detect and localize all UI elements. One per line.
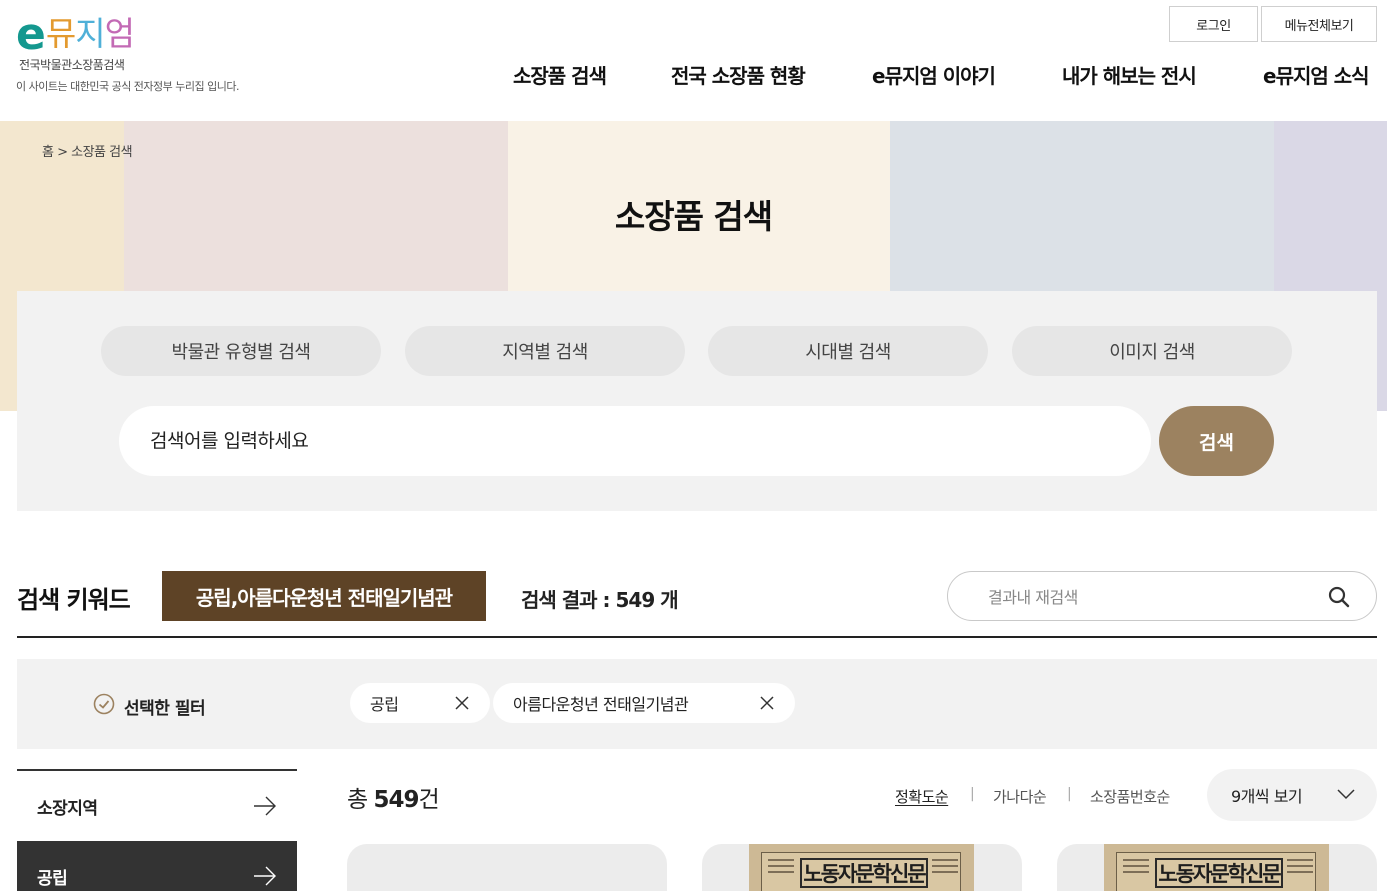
newspaper-masthead: 노동자문학신문 <box>1116 852 1316 891</box>
total-count: 총 549건 <box>347 780 440 814</box>
masthead-decoration <box>932 859 958 885</box>
result-card[interactable]: 노동자문학신문 <box>702 844 1022 891</box>
sidebar-item-label: 소장지역 <box>37 798 98 819</box>
newspaper-masthead: 노동자문학신문 <box>761 852 961 891</box>
region-search-button[interactable]: 지역별 검색 <box>405 326 685 376</box>
filter-chip-label: 공립 <box>370 695 399 714</box>
sidebar-item-public[interactable]: 공립 <box>17 841 297 891</box>
re-search-box <box>947 571 1377 621</box>
newspaper-title: 노동자문학신문 <box>1155 858 1283 888</box>
nav-item-collection-search[interactable]: 소장품 검색 <box>513 60 607 89</box>
newspaper-title: 노동자문학신문 <box>800 858 928 888</box>
sidebar-item-label: 공립 <box>37 868 68 889</box>
total-prefix: 총 <box>347 787 374 813</box>
nav-item-emuseum-story[interactable]: e뮤지엄 이야기 <box>872 60 996 89</box>
close-icon[interactable] <box>454 695 470 711</box>
selected-filter-bar: 선택한 필터 공립 아름다운청년 전태일기념관 <box>17 659 1377 749</box>
search-input[interactable] <box>119 406 1151 476</box>
logo-e: e <box>16 9 46 60</box>
result-card[interactable]: 노동자문학신문 <box>1057 844 1377 891</box>
sort-separator: | <box>970 786 975 802</box>
logo-char-3: 엄 <box>104 14 135 53</box>
total-number: 549 <box>373 787 419 813</box>
card-image: 노동자문학신문 <box>1104 844 1329 891</box>
image-search-button[interactable]: 이미지 검색 <box>1012 326 1292 376</box>
search-button[interactable]: 검색 <box>1159 406 1274 476</box>
close-icon[interactable] <box>759 695 775 711</box>
nav-item-my-exhibition[interactable]: 내가 해보는 전시 <box>1062 60 1197 89</box>
selected-filter-label: 선택한 필터 <box>124 699 206 719</box>
masthead-decoration <box>1123 859 1149 885</box>
chevron-down-icon <box>1337 789 1355 800</box>
check-circle-icon <box>93 693 115 715</box>
re-search-input[interactable] <box>988 584 1318 610</box>
search-result-count: 검색 결과 : 549 개 <box>521 588 679 612</box>
result-card[interactable] <box>347 844 667 891</box>
sort-accuracy[interactable]: 정확도순 <box>895 786 949 807</box>
nav-item-emuseum-news[interactable]: e뮤지엄 소식 <box>1263 60 1370 89</box>
page-title: 소장품 검색 <box>614 197 773 236</box>
per-page-value: 9개씩 보기 <box>1231 787 1303 806</box>
logo-mark: e 뮤지엄 <box>16 9 276 60</box>
login-button[interactable]: 로그인 <box>1169 6 1258 42</box>
total-suffix: 건 <box>418 787 440 813</box>
per-page-select[interactable]: 9개씩 보기 <box>1207 769 1377 821</box>
keyword-divider <box>17 636 1377 638</box>
arrow-right-icon <box>254 796 276 816</box>
all-menu-button[interactable]: 메뉴전체보기 <box>1261 6 1377 42</box>
search-keyword-label: 검색 키워드 <box>17 586 131 614</box>
search-panel: 박물관 유형별 검색 지역별 검색 시대별 검색 이미지 검색 검색 <box>17 291 1377 511</box>
arrow-right-icon <box>254 866 276 886</box>
search-icon[interactable] <box>1328 586 1350 608</box>
card-image: 노동자문학신문 <box>749 844 974 891</box>
museum-type-search-button[interactable]: 박물관 유형별 검색 <box>101 326 381 376</box>
main-nav: 소장품 검색 전국 소장품 현황 e뮤지엄 이야기 내가 해보는 전시 e뮤지엄… <box>0 60 1387 94</box>
filter-chip: 공립 <box>350 683 490 723</box>
masthead-decoration <box>768 859 794 885</box>
sort-alphabetical[interactable]: 가나다순 <box>993 786 1047 807</box>
breadcrumb[interactable]: 홈 > 소장품 검색 <box>42 141 133 160</box>
search-keyword-chip: 공립,아름다운청년 전태일기념관 <box>162 571 486 621</box>
sort-separator: | <box>1067 786 1072 802</box>
filter-chip-label: 아름다운청년 전태일기념관 <box>513 695 689 714</box>
nav-item-national-status[interactable]: 전국 소장품 현황 <box>671 60 806 89</box>
top-utility-buttons: 로그인 메뉴전체보기 <box>1169 6 1377 42</box>
sort-item-number[interactable]: 소장품번호순 <box>1090 786 1170 807</box>
sidebar-item-region[interactable]: 소장지역 <box>17 771 297 841</box>
masthead-decoration <box>1287 859 1313 885</box>
filter-chip: 아름다운청년 전태일기념관 <box>493 683 795 723</box>
logo-char-2: 지 <box>75 14 105 53</box>
era-search-button[interactable]: 시대별 검색 <box>708 326 988 376</box>
logo-char-1: 뮤 <box>45 14 76 53</box>
logo-word: 뮤지엄 <box>45 14 135 54</box>
